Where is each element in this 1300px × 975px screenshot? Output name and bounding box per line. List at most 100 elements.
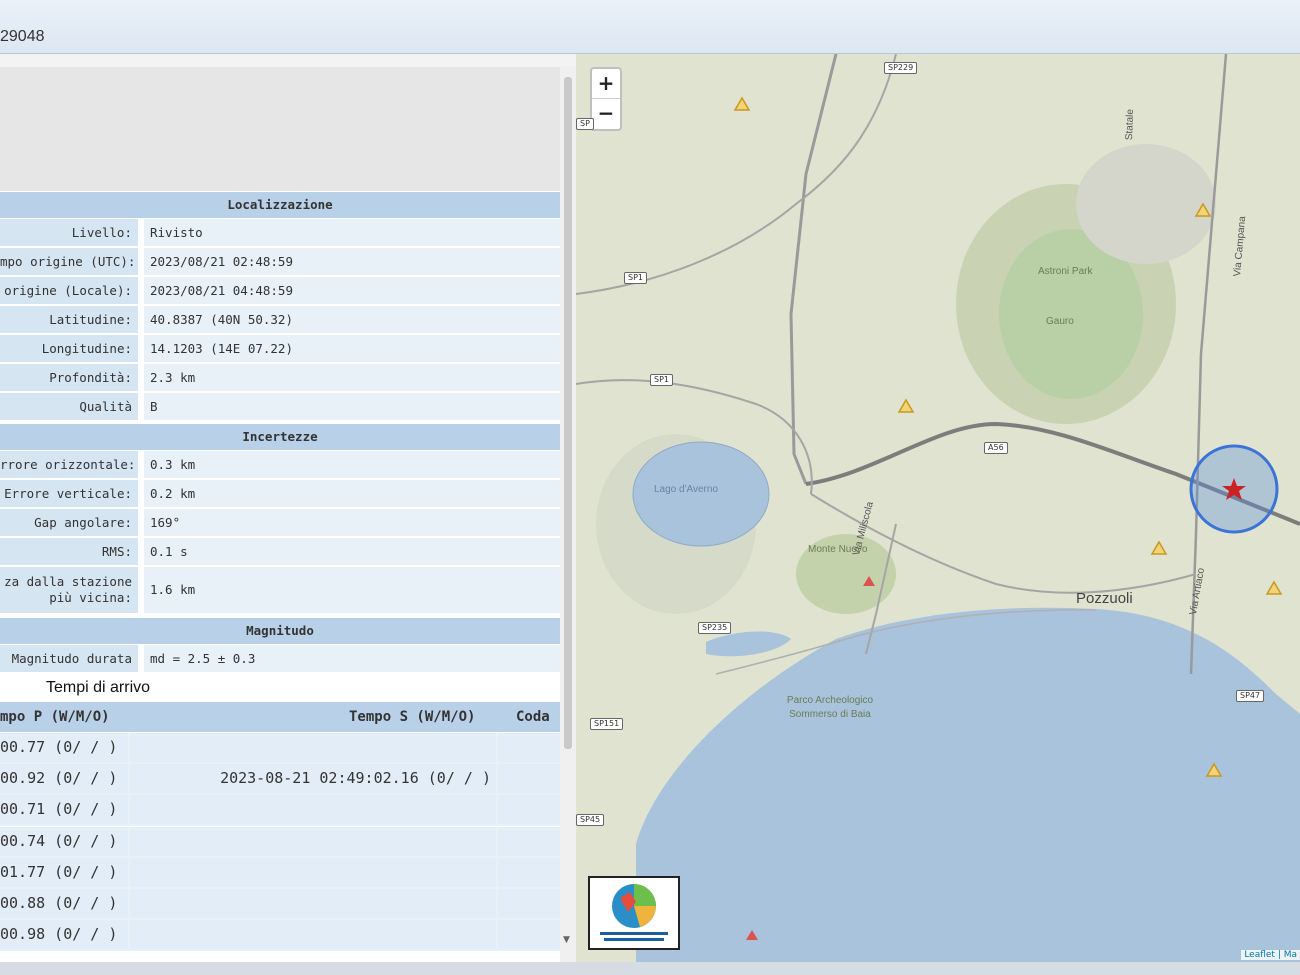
detail-value: 40.8387 (40N 50.32) [144,306,560,333]
section-header-magnitudo: Magnitudo [0,618,560,644]
detail-label: Errore verticale: [0,480,138,507]
place-label: Pozzuoli [1076,590,1133,607]
arrival-s [130,733,496,762]
detail-row-depth: Profondità: 2.3 km [0,364,560,391]
road-main-north [789,54,838,485]
arrival-p: 00.98 (0/ / ) [0,920,128,949]
detail-value: 0.2 km [144,480,560,507]
detail-row-horizontal-error: rrore orizzontale: 0.3 km [0,451,560,478]
detail-value: 14.1203 (14E 07.22) [144,335,560,362]
station-triangle-icon[interactable] [1150,540,1168,555]
road-sp1 [576,54,897,295]
detail-value: 2023/08/21 02:48:59 [144,248,560,275]
arrival-p: 00.88 (0/ / ) [0,889,128,918]
header-placeholder [0,67,560,191]
detail-label: Latitudine: [0,306,138,333]
detail-row-rms: RMS: 0.1 s [0,538,560,565]
detail-row-origin-utc: mpo origine (UTC): 2023/08/21 02:48:59 [0,248,560,275]
lake-small [706,631,791,657]
road-label: SP229 [884,62,918,74]
arrival-p: 01.77 (0/ / ) [0,858,128,887]
scroll-down-arrow-icon[interactable]: ▼ [563,935,570,945]
detail-row-origin-local: origine (Locale): 2023/08/21 04:48:59 [0,277,560,304]
arrival-s: 2023-08-21 02:49:02.16 (0/ / ) [130,764,496,793]
arrival-row: 00.88 (0/ / ) [0,889,560,920]
detail-label-line2: più vicina: [49,590,132,605]
map-attribution[interactable]: Leaflet | Ma [1241,950,1300,960]
arrival-row: 00.71 (0/ / ) [0,795,560,826]
detail-value: B [144,393,560,420]
detail-row-livello: Livello: Rivisto [0,219,560,246]
map-view[interactable]: + − SP229 SP SP1 SP1 A56 SP235 SP151 SP4… [576,54,1300,962]
detail-label: Longitudine: [0,335,138,362]
column-header-p[interactable]: mpo P (W/M/O) [0,709,110,725]
detail-label: rrore orizzontale: [0,451,138,478]
arrival-s [130,858,496,887]
detail-label-line1: za dalla stazione [4,574,132,589]
terrain-ridge [1076,144,1216,264]
detail-label: mpo origine (UTC): [0,248,138,275]
road-label: SP [576,118,594,130]
detail-label: Profondità: [0,364,138,391]
detail-label: za dalla stazione più vicina: [0,567,138,613]
detail-value: 0.3 km [144,451,560,478]
place-label: Lago d'Averno [654,484,718,495]
arrival-coda [498,920,560,949]
zoom-control: + − [590,67,622,131]
arrival-coda [498,795,560,824]
detail-value: md = 2.5 ± 0.3 [144,645,560,672]
detail-label: Qualità [0,393,138,420]
detail-value: 0.1 s [144,538,560,565]
place-label: Astroni Park [1038,266,1093,277]
window-title: 29048 [0,28,45,45]
arrival-p: 00.77 (0/ / ) [0,733,128,762]
ingv-logo[interactable] [588,876,680,950]
station-triangle-icon[interactable] [1265,580,1283,595]
zoom-in-button[interactable]: + [592,69,620,99]
arrival-s [130,827,496,856]
detail-value: 1.6 km [144,567,560,613]
section-header-incertezze: Incertezze [0,424,560,450]
column-header-coda[interactable]: Coda [516,709,550,725]
arrival-row: 00.74 (0/ / ) [0,827,560,858]
detail-label: Gap angolare: [0,509,138,536]
arrival-coda [498,733,560,762]
window-titlebar: 29048 [0,0,1300,54]
column-header-s[interactable]: Tempo S (W/M/O) [349,709,475,725]
detail-row-latitude: Latitudine: 40.8387 (40N 50.32) [0,306,560,333]
zoom-out-button[interactable]: − [592,99,620,129]
detail-row-longitude: Longitudine: 14.1203 (14E 07.22) [0,335,560,362]
arrival-coda [498,827,560,856]
map-canvas [576,54,1300,962]
sea-area [636,607,1300,962]
event-detail-pane: Localizzazione Livello: Rivisto mpo orig… [0,67,576,962]
arrival-p: 00.71 (0/ / ) [0,795,128,824]
road-label: SP1 [624,272,647,284]
detail-label: Livello: [0,219,138,246]
station-triangle-icon[interactable] [733,96,751,111]
detail-label: RMS: [0,538,138,565]
arrivals-table-header: mpo P (W/M/O) Tempo S (W/M/O) Coda [0,702,560,732]
detail-value: 2023/08/21 04:48:59 [144,277,560,304]
detail-row-magnitude: Magnitudo durata md = 2.5 ± 0.3 [0,645,560,672]
detail-value: 169° [144,509,560,536]
road-label: A56 [984,442,1008,454]
road-label: SP47 [1236,690,1265,702]
detail-value: 2.3 km [144,364,560,391]
arrival-s [130,795,496,824]
vertical-scrollbar[interactable]: ▼ [560,67,576,962]
detail-row-gap: Gap angolare: 169° [0,509,560,536]
arrival-row: 00.92 (0/ / ) 2023-08-21 02:49:02.16 (0/… [0,764,560,795]
road-label: SP151 [590,718,624,730]
detail-row-quality: Qualità B [0,393,560,420]
arrival-row: 01.77 (0/ / ) [0,858,560,889]
road-label: SP1 [650,374,673,386]
arrival-coda [498,764,560,793]
arrival-row: 00.77 (0/ / ) [0,733,560,764]
station-triangle-icon[interactable] [897,398,915,413]
arrival-row: 00.98 (0/ / ) [0,920,560,951]
arrival-p: 00.92 (0/ / ) [0,764,128,793]
section-header-localizzazione: Localizzazione [0,192,560,218]
scrollbar-thumb[interactable] [564,77,572,749]
road-label: SP45 [576,814,605,826]
